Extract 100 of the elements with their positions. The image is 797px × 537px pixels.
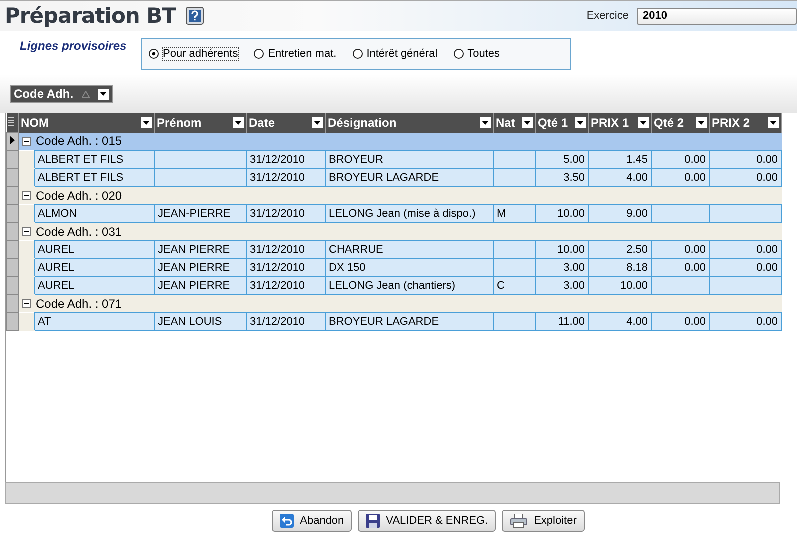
radio-label[interactable]: Entretien mat.	[268, 48, 337, 60]
filter-dropdown-icon[interactable]	[696, 117, 707, 128]
filter-dropdown-icon[interactable]	[480, 117, 491, 128]
table-cell: BROYEUR LAGARDE	[326, 168, 494, 186]
collapse-icon[interactable]	[22, 299, 31, 308]
table-cell: 10.00	[588, 276, 652, 294]
table-cell: BROYEUR	[326, 150, 494, 168]
table-cell: 31/12/2010	[246, 204, 326, 222]
group-row[interactable]: Code Adh. : 071	[18, 294, 782, 312]
table-cell: ALMON	[34, 204, 154, 222]
collapse-icon[interactable]	[22, 191, 31, 200]
column-header[interactable]: NOM	[21, 116, 49, 130]
group-label: Code Adh. : 020	[36, 188, 122, 202]
table-cell: 31/12/2010	[246, 276, 326, 294]
table-cell: 0.00	[710, 168, 782, 186]
table-cell	[710, 276, 782, 294]
undo-icon	[280, 514, 294, 528]
table-cell: 31/12/2010	[246, 168, 326, 186]
table-cell: 31/12/2010	[246, 240, 326, 258]
table-cell: 4.00	[588, 312, 652, 330]
filter-dropdown-icon[interactable]	[312, 117, 323, 128]
column-chooser-icon[interactable]	[6, 116, 14, 126]
table-cell: 0.00	[652, 312, 710, 330]
group-row[interactable]: Code Adh. : 015	[18, 132, 782, 150]
table-cell	[494, 168, 536, 186]
table-cell: LELONG Jean (mise à dispo.)	[326, 204, 494, 222]
table-cell: AT	[34, 312, 154, 330]
table-cell: 0.00	[652, 258, 710, 276]
table-cell	[652, 204, 710, 222]
table-cell: 10.00	[536, 204, 588, 222]
group-by-chip[interactable]: Code Adh.	[10, 85, 113, 103]
filter-dropdown-icon[interactable]	[522, 117, 533, 128]
table-cell: 31/12/2010	[246, 312, 326, 330]
filter-dropdown-icon[interactable]	[768, 117, 779, 128]
table-cell: 0.00	[710, 150, 782, 168]
table-cell: JEAN-PIERRE	[154, 204, 246, 222]
table-cell: 8.18	[588, 258, 652, 276]
table-cell: JEAN PIERRE	[154, 240, 246, 258]
radio-label[interactable]: Toutes	[468, 48, 500, 60]
group-row[interactable]: Code Adh. : 031	[18, 222, 782, 240]
radio-label[interactable]: Pour adhérents	[163, 48, 238, 60]
table-cell: 0.00	[710, 258, 782, 276]
radio-button[interactable]	[254, 49, 264, 59]
collapse-icon[interactable]	[22, 136, 31, 146]
table-cell: 31/12/2010	[246, 258, 326, 276]
table-cell: C	[494, 276, 536, 294]
table-cell: 5.00	[536, 150, 588, 168]
radio-button[interactable]	[352, 49, 363, 59]
table-cell	[652, 276, 710, 294]
table-cell	[494, 240, 536, 258]
radio-button[interactable]	[149, 49, 159, 59]
table-cell: AUREL	[34, 276, 154, 294]
table-cell: ALBERT ET FILS	[34, 168, 154, 186]
table-cell	[494, 312, 536, 330]
page-title: Préparation BT	[5, 4, 176, 28]
filter-dropdown-icon[interactable]	[141, 117, 152, 128]
filter-label: Lignes provisoires	[20, 39, 128, 53]
table-cell: BROYEUR LAGARDE	[326, 312, 494, 330]
filter-dropdown-icon[interactable]	[638, 117, 649, 128]
print-button[interactable]: Exploiter	[502, 510, 585, 532]
table-cell: 2.50	[588, 240, 652, 258]
table-cell: 10.00	[536, 240, 588, 258]
table-cell: JEAN PIERRE	[154, 276, 246, 294]
group-label: Code Adh. : 071	[36, 296, 122, 310]
table-cell: AUREL	[34, 240, 154, 258]
printer-icon	[510, 514, 528, 528]
group-row[interactable]: Code Adh. : 020	[18, 186, 782, 204]
table-cell: 11.00	[536, 312, 588, 330]
group-label: Code Adh. : 015	[36, 134, 122, 148]
table-cell: 1.45	[588, 150, 652, 168]
save-button[interactable]: VALIDER & ENREG.	[358, 510, 496, 532]
filter-dropdown-icon[interactable]	[98, 88, 109, 100]
table-cell: 0.00	[652, 168, 710, 186]
table-cell: JEAN PIERRE	[154, 258, 246, 276]
filter-dropdown-icon[interactable]	[575, 117, 586, 128]
table-cell: 3.00	[536, 258, 588, 276]
collapse-icon[interactable]	[22, 227, 31, 236]
table-cell: 9.00	[588, 204, 652, 222]
table-cell	[494, 150, 536, 168]
table-cell: JEAN LOUIS	[154, 312, 246, 330]
table-cell: 0.00	[652, 150, 710, 168]
help-icon[interactable]	[186, 7, 204, 25]
table-cell: DX 150	[326, 258, 494, 276]
table-cell: AUREL	[34, 258, 154, 276]
table-cell: 31/12/2010	[246, 150, 326, 168]
filter-dropdown-icon[interactable]	[233, 117, 244, 128]
table-cell	[494, 258, 536, 276]
undo-button[interactable]: Abandon	[272, 510, 352, 532]
table-cell: 4.00	[588, 168, 652, 186]
group-label: Code Adh. : 031	[36, 224, 122, 238]
table-cell: 0.00	[710, 240, 782, 258]
table-cell: CHARRUE	[326, 240, 494, 258]
table-cell: LELONG Jean (chantiers)	[326, 276, 494, 294]
radio-button[interactable]	[454, 49, 464, 59]
table-cell: 0.00	[652, 240, 710, 258]
table-cell: 0.00	[710, 312, 782, 330]
exercice-select[interactable]: 2010	[637, 8, 797, 24]
radio-label[interactable]: Intérêt général	[366, 48, 438, 60]
current-row-icon	[10, 136, 15, 144]
exercice-label: Exercice	[586, 10, 629, 22]
